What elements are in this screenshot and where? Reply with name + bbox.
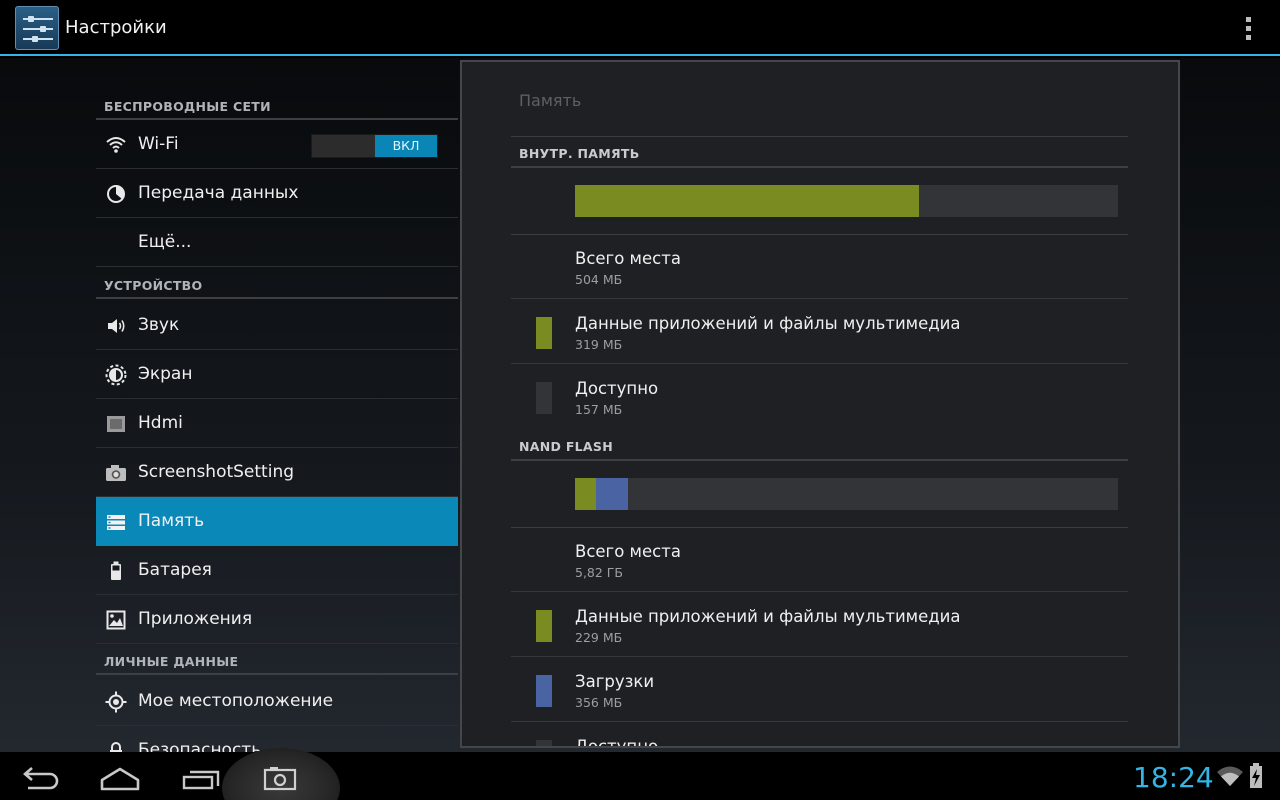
color-swatch-free bbox=[536, 740, 552, 746]
section-header-nand: NAND FLASH bbox=[511, 431, 1128, 461]
sidebar-item-label: ScreenshotSetting bbox=[138, 462, 295, 482]
settings-list: БЕСПРОВОДНЫЕ СЕТИ Wi-Fi ВКЛ Передача дан… bbox=[96, 58, 458, 752]
content-area: БЕСПРОВОДНЫЕ СЕТИ Wi-Fi ВКЛ Передача дан… bbox=[0, 58, 1280, 752]
sidebar-item-label: Hdmi bbox=[138, 413, 183, 433]
lock-icon bbox=[110, 742, 122, 752]
sidebar-item-battery[interactable]: Батарея bbox=[96, 546, 458, 595]
list-item-downloads[interactable]: Загрузки 356 МБ bbox=[511, 658, 1128, 722]
usage-segment-apps bbox=[575, 185, 919, 217]
speaker-icon bbox=[108, 319, 125, 333]
sidebar-item-apps[interactable]: Приложения bbox=[96, 595, 458, 644]
color-swatch-apps bbox=[536, 610, 552, 642]
panel-title: Память bbox=[519, 91, 582, 110]
list-item-total[interactable]: Всего места 5,82 ГБ bbox=[511, 528, 1128, 592]
overflow-menu-icon[interactable] bbox=[1238, 14, 1258, 42]
section-header-internal: ВНУТР. ПАМЯТЬ bbox=[511, 138, 1128, 168]
wifi-signal-icon bbox=[1217, 766, 1243, 786]
brightness-icon bbox=[105, 364, 127, 386]
sidebar-item-label: Приложения bbox=[138, 609, 253, 629]
list-item-apps-media[interactable]: Данные приложений и файлы мультимедиа 22… bbox=[511, 593, 1128, 657]
sidebar-item-display[interactable]: Экран bbox=[96, 350, 458, 399]
hdmi-icon bbox=[107, 416, 125, 432]
list-item-total[interactable]: Всего места 504 МБ bbox=[511, 235, 1128, 299]
sidebar-item-sound[interactable]: Звук bbox=[96, 301, 458, 350]
back-icon[interactable] bbox=[12, 760, 68, 794]
sidebar-item-data-usage[interactable]: Передача данных bbox=[96, 169, 458, 218]
wifi-icon bbox=[106, 137, 126, 153]
sidebar-item-storage[interactable]: Память bbox=[96, 497, 458, 546]
sidebar-item-label: Экран bbox=[138, 364, 193, 384]
sidebar-item-label: Безопасность bbox=[138, 740, 262, 752]
sidebar-item-label: Передача данных bbox=[138, 183, 299, 203]
sidebar-item-hdmi[interactable]: Hdmi bbox=[96, 399, 458, 448]
color-swatch-apps bbox=[536, 317, 552, 349]
list-item-available[interactable]: Доступно 157 МБ bbox=[511, 365, 1128, 429]
camera-icon bbox=[106, 465, 126, 481]
wifi-toggle[interactable]: ВКЛ bbox=[311, 134, 438, 158]
sidebar-item-label: Звук bbox=[138, 315, 180, 335]
action-bar: Настройки bbox=[0, 0, 1280, 56]
data-usage-icon bbox=[107, 185, 125, 203]
home-icon[interactable] bbox=[92, 760, 148, 794]
sidebar-item-label: Wi-Fi bbox=[138, 134, 179, 154]
category-device: УСТРОЙСТВО bbox=[96, 269, 458, 299]
sidebar-item-more[interactable]: Ещё... bbox=[96, 218, 458, 267]
navigation-bar: 18:24 bbox=[0, 748, 1280, 800]
sidebar-item-label: Память bbox=[138, 511, 205, 531]
list-item-available[interactable]: Доступно bbox=[511, 723, 1128, 746]
usage-segment-apps bbox=[575, 478, 596, 510]
sidebar-item-label: Мое местоположение bbox=[138, 691, 334, 711]
sidebar-item-screenshot-setting[interactable]: ScreenshotSetting bbox=[96, 448, 458, 497]
usage-segment-downloads bbox=[595, 478, 628, 510]
sidebar-item-label: Батарея bbox=[138, 560, 212, 580]
list-item-apps-media[interactable]: Данные приложений и файлы мультимедиа 31… bbox=[511, 300, 1128, 364]
location-icon bbox=[105, 691, 127, 713]
category-personal: ЛИЧНЫЕ ДАННЫЕ bbox=[96, 645, 458, 675]
nand-usage-bar bbox=[575, 478, 1118, 510]
sidebar-item-location[interactable]: Мое местоположение bbox=[96, 677, 458, 726]
toggle-on-label: ВКЛ bbox=[375, 135, 437, 157]
sidebar-item-wifi[interactable]: Wi-Fi ВКЛ bbox=[96, 120, 458, 169]
storage-icon bbox=[107, 515, 125, 530]
color-swatch-downloads bbox=[536, 675, 552, 707]
apps-icon bbox=[106, 610, 126, 630]
color-swatch-free bbox=[536, 382, 552, 414]
recent-apps-icon[interactable] bbox=[172, 760, 228, 794]
internal-usage-bar bbox=[575, 185, 1118, 217]
storage-panel: Память ВНУТР. ПАМЯТЬ Всего места 504 МБ … bbox=[460, 60, 1180, 748]
app-title[interactable]: Настройки bbox=[65, 17, 167, 38]
divider bbox=[511, 136, 1128, 137]
category-wireless: БЕСПРОВОДНЫЕ СЕТИ bbox=[96, 90, 458, 120]
battery-charging-icon bbox=[1250, 763, 1262, 788]
settings-sliders-icon[interactable] bbox=[15, 6, 59, 50]
battery-icon bbox=[111, 561, 121, 580]
screenshot-icon[interactable] bbox=[252, 760, 308, 794]
status-clock[interactable]: 18:24 bbox=[1133, 761, 1214, 794]
sidebar-item-label: Ещё... bbox=[138, 232, 192, 252]
